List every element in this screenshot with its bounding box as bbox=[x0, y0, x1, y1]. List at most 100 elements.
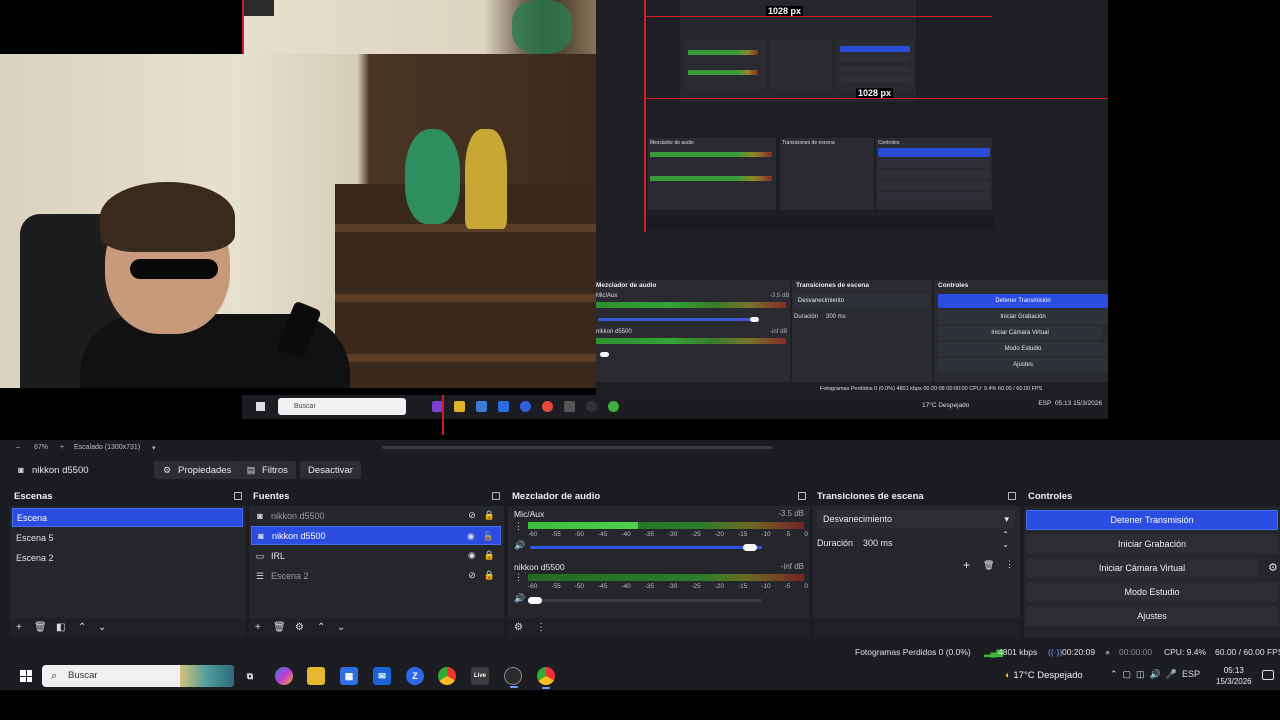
lock-icon[interactable]: 🔒 bbox=[484, 570, 495, 581]
zoom-app-icon[interactable]: Z bbox=[406, 667, 424, 685]
trash-icon[interactable]: 🗑 bbox=[983, 560, 994, 571]
meter-tick-label: -15 bbox=[737, 583, 748, 590]
mail-icon[interactable]: ✉ bbox=[373, 667, 391, 685]
properties-button[interactable]: ⚙ Propiedades bbox=[154, 461, 240, 479]
audio-settings-icon[interactable]: ⚙ bbox=[514, 622, 523, 634]
obs-icon[interactable] bbox=[504, 667, 522, 688]
mixer-channels: Mic/Aux -3.5 dB ⋮ -60 -55 -50 -45 -40 -35 -30-… bbox=[508, 506, 810, 624]
lock-icon[interactable]: 🔒 bbox=[484, 510, 495, 521]
filters-button[interactable]: ▤ Filtros bbox=[238, 461, 296, 479]
scene-item[interactable]: Escena 5 bbox=[12, 528, 243, 547]
file-explorer-icon[interactable] bbox=[307, 667, 325, 685]
kebab-menu-icon[interactable]: ⋮ bbox=[536, 622, 546, 634]
preview-canvas[interactable]: 1028 px 1028 px Mezclador de audio Trans… bbox=[0, 0, 1280, 440]
clock-date: 15/3/2026 bbox=[1216, 677, 1252, 686]
source-item[interactable]: ◙ nikkon d5500 ◉ 🔓 bbox=[251, 526, 501, 545]
scenes-footer: + 🗑 ◧ ⌃ ⌄ bbox=[10, 618, 246, 638]
source-item[interactable]: ☰ Escena 2 ⊘ 🔒 bbox=[251, 566, 501, 585]
notification-icon[interactable] bbox=[1262, 670, 1274, 680]
record-icon: ● bbox=[1105, 647, 1111, 657]
source-item[interactable]: ◙ nikkon d5500 ⊘ 🔒 bbox=[251, 506, 501, 525]
add-icon[interactable]: + bbox=[963, 558, 970, 572]
trash-icon[interactable]: 🗑 bbox=[34, 622, 47, 634]
chevron-down-icon: ▾ bbox=[1004, 514, 1009, 524]
task-view-icon[interactable]: ⧉ bbox=[241, 667, 259, 685]
chevron-up-icon[interactable]: ⌃ bbox=[78, 622, 86, 634]
kebab-menu-icon[interactable]: ⋮ bbox=[1005, 559, 1014, 570]
system-tray[interactable]: ⌃ ▢ ◫ 🔊 🎤 ESP bbox=[1110, 669, 1200, 680]
eye-hidden-icon[interactable]: ⊘ bbox=[468, 570, 476, 581]
nested-obs-capture: 1028 px 1028 px Mezclador de audio Trans… bbox=[596, 0, 1108, 395]
deactivate-button[interactable]: Desactivar bbox=[300, 461, 361, 479]
controls-title: Controles bbox=[1028, 491, 1073, 502]
meter-tick-label: -40 bbox=[621, 583, 631, 590]
duration-spinbox[interactable]: 300 ms ⌃ ⌄ bbox=[857, 530, 1015, 552]
meter-tick-label: -40 bbox=[621, 531, 631, 538]
eye-hidden-icon[interactable]: ⊘ bbox=[468, 510, 476, 521]
transition-select-value: Desvanecimiento bbox=[823, 514, 893, 524]
meter-tick-label: -60 bbox=[528, 583, 538, 590]
nested-transitions-title: Transiciones de escena bbox=[796, 282, 869, 289]
duration-value: 300 ms bbox=[863, 538, 893, 548]
add-icon[interactable]: + bbox=[255, 622, 261, 634]
scaling-dropdown-icon[interactable]: ▾ bbox=[152, 444, 156, 452]
settings-button[interactable]: Ajustes bbox=[1026, 606, 1278, 626]
meter-tick-label: -50 bbox=[574, 531, 585, 538]
zoom-level: 67% bbox=[34, 444, 49, 451]
undock-icon[interactable] bbox=[234, 492, 242, 500]
unlock-icon[interactable]: 🔓 bbox=[483, 531, 494, 542]
speaker-icon[interactable]: 🔊 bbox=[514, 593, 525, 604]
eye-icon[interactable]: ◉ bbox=[467, 531, 475, 542]
filter-icon[interactable]: ◧ bbox=[56, 622, 65, 634]
taskbar-clock[interactable]: 05:13 15/3/2026 bbox=[1216, 665, 1252, 687]
chevron-up-icon[interactable]: ⌃ bbox=[317, 622, 325, 634]
volume-slider-knob[interactable] bbox=[527, 597, 542, 604]
kebab-menu-icon[interactable]: ⋮ bbox=[514, 521, 523, 532]
scene-item[interactable]: Escena 2 bbox=[12, 548, 243, 567]
stop-stream-button[interactable]: Detener Transmisión bbox=[1026, 510, 1278, 530]
preview-horizontal-scrollbar[interactable] bbox=[382, 446, 772, 449]
studio-mode-button[interactable]: Modo Estudio bbox=[1026, 582, 1278, 602]
volume-slider-knob[interactable] bbox=[743, 544, 758, 551]
zoom-in-icon[interactable]: + bbox=[60, 444, 64, 451]
green-mask bbox=[405, 129, 460, 224]
transition-select[interactable]: Desvanecimiento ▾ bbox=[817, 510, 1015, 528]
chevron-down-icon[interactable]: ⌄ bbox=[98, 622, 106, 634]
weather-widget[interactable]: ◐ 17°C Despejado bbox=[1005, 670, 1083, 681]
live-app-icon[interactable]: Live bbox=[471, 667, 489, 685]
nested-mixer-title: Mezclador de audio bbox=[596, 282, 657, 289]
volume-slider[interactable] bbox=[530, 599, 762, 602]
add-icon[interactable]: + bbox=[16, 622, 22, 634]
spin-arrows-icon[interactable]: ⌃ ⌄ bbox=[1002, 530, 1009, 550]
start-virtual-camera-button[interactable]: Iniciar Cámara Virtual bbox=[1026, 558, 1258, 578]
trash-icon[interactable]: 🗑 bbox=[273, 622, 286, 634]
gear-icon[interactable]: ⚙ bbox=[1268, 561, 1278, 574]
undock-icon[interactable] bbox=[1008, 492, 1016, 500]
start-recording-button[interactable]: Iniciar Grabación bbox=[1026, 534, 1278, 554]
source-item[interactable]: ▭ IRL ◉ 🔒 bbox=[251, 546, 501, 565]
scene-item[interactable]: Escena bbox=[12, 508, 243, 527]
undock-icon[interactable] bbox=[492, 492, 500, 500]
windows-start-icon[interactable] bbox=[20, 670, 32, 682]
chrome-icon[interactable] bbox=[438, 667, 456, 685]
resize-px-label: 1028 px bbox=[766, 6, 804, 16]
speaker-icon[interactable]: 🔊 bbox=[514, 540, 525, 551]
screen-bottom-margin bbox=[0, 690, 1280, 720]
nested-transition-select: Desvanecimiento bbox=[794, 294, 930, 308]
undock-icon[interactable] bbox=[798, 492, 806, 500]
kebab-menu-icon[interactable]: ⋮ bbox=[514, 572, 523, 583]
eye-icon[interactable]: ◉ bbox=[468, 550, 476, 561]
sources-dock: Fuentes ◙ nikkon d5500 ⊘ 🔒 ◙ nikkon d5500… bbox=[249, 488, 504, 638]
lock-icon[interactable]: 🔒 bbox=[484, 550, 495, 561]
taskbar-search-placeholder: Buscar bbox=[68, 670, 98, 681]
frame-mask bbox=[244, 0, 274, 16]
properties-label: Propiedades bbox=[178, 464, 232, 476]
zoom-out-icon[interactable]: – bbox=[16, 444, 20, 451]
gear-icon[interactable]: ⚙ bbox=[295, 622, 304, 634]
volume-slider[interactable] bbox=[530, 546, 762, 549]
chrome-active-icon[interactable] bbox=[537, 667, 555, 689]
copilot-icon[interactable] bbox=[275, 667, 293, 685]
taskbar-search-box[interactable]: ⌕ Buscar bbox=[42, 665, 234, 687]
chevron-down-icon[interactable]: ⌄ bbox=[337, 622, 345, 634]
store-icon[interactable]: ▦ bbox=[340, 667, 358, 685]
